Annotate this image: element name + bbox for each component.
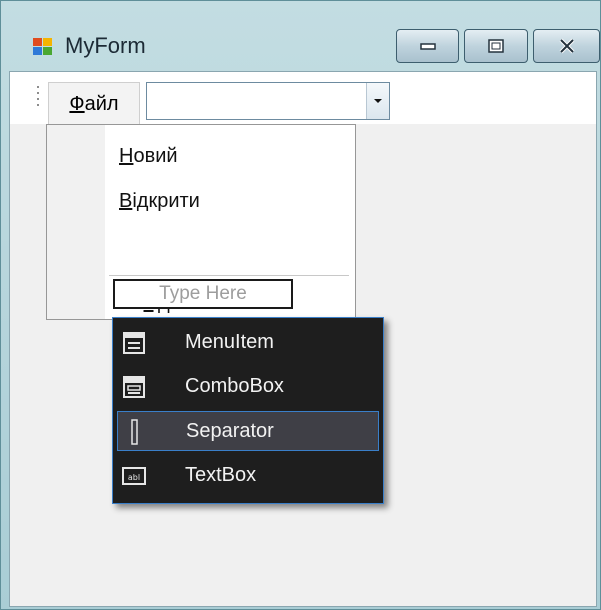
- minimize-button[interactable]: [396, 29, 459, 63]
- maximize-button[interactable]: [464, 29, 528, 63]
- popup-item-menuitem[interactable]: MenuItem: [117, 323, 379, 363]
- menu-separator: [109, 275, 349, 276]
- menu-strip-grip-icon[interactable]: [36, 86, 40, 112]
- close-icon: [559, 38, 574, 54]
- combobox-dropdown-button[interactable]: [366, 83, 389, 119]
- menu-image-margin: [47, 125, 105, 319]
- menu-strip: Файл: [10, 72, 596, 125]
- type-here-input[interactable]: Type Here: [113, 279, 293, 309]
- winforms-app-icon: [33, 38, 55, 58]
- combobox-icon: [123, 376, 145, 398]
- menuitem-icon: [123, 332, 145, 354]
- chevron-down-icon: [374, 99, 382, 103]
- popup-item-label: Separator: [186, 420, 274, 442]
- popup-item-textbox[interactable]: abl TextBox: [117, 456, 379, 496]
- title-bar[interactable]: MyForm: [1, 1, 600, 63]
- popup-item-separator[interactable]: Separator: [117, 411, 379, 451]
- minimize-icon: [419, 43, 436, 50]
- menu-item-open[interactable]: Відкрити: [119, 190, 200, 213]
- menu-file-label: Файл: [69, 92, 119, 115]
- popup-item-label: MenuItem: [185, 331, 274, 353]
- menu-file[interactable]: Файл: [48, 82, 140, 125]
- textbox-icon: abl: [122, 467, 146, 485]
- add-item-popup: MenuItem ComboBox Separator abl TextBox: [112, 317, 384, 504]
- menu-combobox[interactable]: [146, 82, 390, 120]
- form-window: MyForm Файл Новий Відкрити Type Here Men…: [0, 0, 601, 610]
- maximize-icon: [488, 39, 504, 53]
- menu-item-new[interactable]: Новий: [119, 145, 178, 168]
- popup-item-combobox[interactable]: ComboBox: [117, 367, 379, 407]
- window-title: MyForm: [65, 33, 146, 58]
- svg-text:abl: abl: [128, 473, 140, 482]
- popup-item-label: ComboBox: [185, 375, 284, 397]
- popup-item-label: TextBox: [185, 464, 257, 486]
- close-button[interactable]: [533, 29, 600, 63]
- separator-icon: [131, 419, 138, 445]
